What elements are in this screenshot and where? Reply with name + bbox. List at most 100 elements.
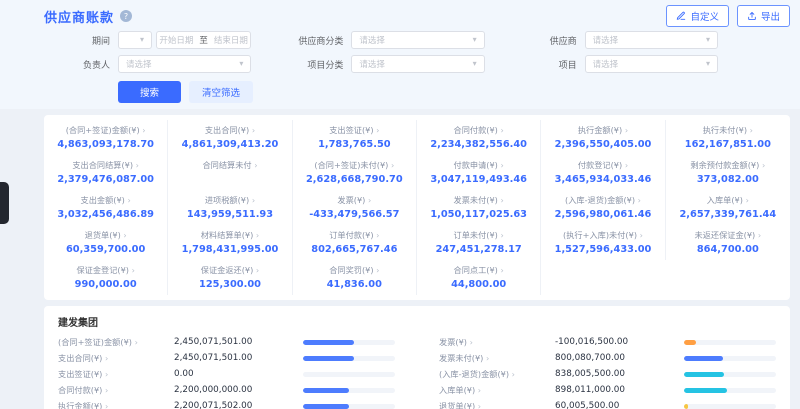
row-label[interactable]: (合同+签证)金额(¥) — [58, 336, 174, 348]
metric-card[interactable]: (合同+签证)未付(¥) 2,628,668,790.70 — [293, 155, 417, 190]
row-bar — [303, 340, 354, 345]
title-row: 供应商账款 ? 自定义 导出 — [44, 6, 790, 26]
metric-card[interactable]: (执行+入库)未付(¥) 1,527,596,433.00 — [541, 225, 665, 260]
metric-card[interactable]: 进项税额(¥) 143,959,511.93 — [168, 190, 292, 225]
metric-label: (执行+入库)未付(¥) — [545, 229, 660, 241]
edit-icon — [676, 11, 686, 21]
row-bar — [684, 372, 724, 377]
metric-label: 支出签证(¥) — [297, 124, 412, 136]
metric-card[interactable]: 材料结算单(¥) 1,798,431,995.00 — [168, 225, 292, 260]
export-label: 导出 — [761, 9, 780, 23]
metric-card[interactable]: 支出签证(¥) 1,783,765.50 — [293, 120, 417, 155]
metric-value: 44,800.00 — [421, 279, 536, 291]
chevron-down-icon: ▾ — [473, 36, 477, 44]
metric-card[interactable]: 执行金额(¥) 2,396,550,405.00 — [541, 120, 665, 155]
metric-card[interactable]: 支出合同结算(¥) 2,379,476,087.00 — [44, 155, 168, 190]
chevron-down-icon: ▾ — [473, 60, 477, 68]
metric-card[interactable]: 订单付款(¥) 802,665,767.46 — [293, 225, 417, 260]
row-label[interactable]: 支出合同(¥) — [58, 352, 174, 364]
metric-card[interactable]: 退货单(¥) 60,359,700.00 — [44, 225, 168, 260]
owner-label: 负责人 — [44, 58, 110, 71]
row-value: -100,016,500.00 — [555, 337, 684, 347]
row-label[interactable]: 合同付款(¥) — [58, 384, 174, 396]
period-type-select[interactable]: ▾ — [118, 31, 152, 49]
metric-label: 支出金额(¥) — [48, 194, 163, 206]
group-right-column: 发票(¥) -100,016,500.00 发票未付(¥) 800,080,70… — [439, 334, 776, 409]
metric-card[interactable]: 保证金返还(¥) 125,300.00 — [168, 260, 292, 295]
supplier-select[interactable]: 请选择 ▾ — [585, 31, 718, 49]
supplier-category-select[interactable]: 请选择 ▾ — [351, 31, 484, 49]
search-button[interactable]: 搜索 — [118, 81, 181, 103]
supplier-placeholder: 请选择 — [593, 34, 619, 46]
metric-value: 162,167,851.00 — [670, 139, 786, 151]
drawer-handle[interactable] — [0, 182, 9, 224]
row-bar-track — [303, 372, 395, 377]
metric-label: (合同+签证)金额(¥) — [48, 124, 163, 136]
metric-card[interactable]: 未返还保证金(¥) 864,700.00 — [666, 225, 790, 260]
metric-card[interactable]: (合同+签证)金额(¥) 4,863,093,178.70 — [44, 120, 168, 155]
metric-card[interactable]: 合同奖罚(¥) 41,836.00 — [293, 260, 417, 295]
period-range-input[interactable]: 开始日期 至 结束日期 — [156, 31, 251, 49]
filter-project-category: 项目分类 请选择 ▾ — [277, 55, 510, 73]
group-metric-row: 合同付款(¥) 2,200,000,000.00 — [58, 382, 395, 398]
export-icon — [747, 11, 757, 21]
metric-card[interactable]: 发票未付(¥) 1,050,117,025.63 — [417, 190, 541, 225]
metric-label: 支出合同(¥) — [172, 124, 287, 136]
filter-period-label: 期间 — [44, 34, 110, 47]
row-label[interactable]: (入库-退货)金额(¥) — [439, 368, 555, 380]
period-control: ▾ 开始日期 至 结束日期 — [118, 31, 251, 49]
metric-value: 2,379,476,087.00 — [48, 174, 163, 186]
row-label[interactable]: 支出签证(¥) — [58, 368, 174, 380]
chevron-down-icon: ▾ — [706, 60, 710, 68]
row-label[interactable]: 入库单(¥) — [439, 384, 555, 396]
export-button[interactable]: 导出 — [737, 5, 790, 27]
help-icon[interactable]: ? — [120, 10, 132, 22]
metric-card[interactable]: 执行未付(¥) 162,167,851.00 — [666, 120, 790, 155]
metric-label: 付款申请(¥) — [421, 159, 536, 171]
customize-button[interactable]: 自定义 — [666, 5, 729, 27]
metric-card[interactable]: 保证金登记(¥) 990,000.00 — [44, 260, 168, 295]
metric-card[interactable]: 支出金额(¥) 3,032,456,486.89 — [44, 190, 168, 225]
metric-card[interactable]: (入库-退货)金额(¥) 2,596,980,061.46 — [541, 190, 665, 225]
metric-card[interactable]: 发票(¥) -433,479,566.57 — [293, 190, 417, 225]
metric-label: 入库单(¥) — [670, 194, 786, 206]
metric-label: (合同+签证)未付(¥) — [297, 159, 412, 171]
metric-card[interactable]: 订单未付(¥) 247,451,278.17 — [417, 225, 541, 260]
row-label[interactable]: 退货单(¥) — [439, 400, 555, 409]
metric-value: 2,657,339,761.44 — [670, 209, 786, 221]
supplier-category-label: 供应商分类 — [277, 34, 343, 47]
row-label[interactable]: 发票(¥) — [439, 336, 555, 348]
group-name[interactable]: 建发集团 — [58, 314, 776, 329]
metric-card[interactable]: 入库单(¥) 2,657,339,761.44 — [666, 190, 790, 225]
group-metric-row: (入库-退货)金额(¥) 838,005,500.00 — [439, 366, 776, 382]
metric-card[interactable]: 付款申请(¥) 3,047,119,493.46 — [417, 155, 541, 190]
project-category-select[interactable]: 请选择 ▾ — [351, 55, 484, 73]
clear-filters-button[interactable]: 清空筛选 — [189, 81, 253, 103]
metric-value: 247,451,278.17 — [421, 244, 536, 256]
metric-card[interactable]: 合同点工(¥) 44,800.00 — [417, 260, 541, 295]
group-detail-card: 建发集团 (合同+签证)金额(¥) 2,450,071,501.00 支出合同(… — [44, 306, 790, 409]
group-left-column: (合同+签证)金额(¥) 2,450,071,501.00 支出合同(¥) 2,… — [58, 334, 395, 409]
row-bar-track — [303, 340, 395, 345]
row-bar — [303, 388, 349, 393]
metric-card[interactable]: 合同付款(¥) 2,234,382,556.40 — [417, 120, 541, 155]
row-label[interactable]: 执行金额(¥) — [58, 400, 174, 409]
filter-owner: 负责人 请选择 ▾ — [44, 55, 277, 73]
metric-value: 125,300.00 — [172, 279, 287, 291]
owner-select[interactable]: 请选择 ▾ — [118, 55, 251, 73]
metric-value: 60,359,700.00 — [48, 244, 163, 256]
metric-card[interactable]: 合同结算未付 — [168, 155, 292, 190]
metric-value: 3,047,119,493.46 — [421, 174, 536, 186]
row-label[interactable]: 发票未付(¥) — [439, 352, 555, 364]
metric-card[interactable]: 剩余预付款金额(¥) 373,082.00 — [666, 155, 790, 190]
row-bar — [684, 340, 696, 345]
row-value: 838,005,500.00 — [555, 369, 684, 379]
date-separator: 至 — [193, 34, 214, 46]
metric-value: 4,863,093,178.70 — [48, 139, 163, 151]
project-select[interactable]: 请选择 ▾ — [585, 55, 718, 73]
metric-label: 退货单(¥) — [48, 229, 163, 241]
row-value: 898,011,000.00 — [555, 385, 684, 395]
chevron-down-icon: ▾ — [706, 36, 710, 44]
metric-card[interactable]: 支出合同(¥) 4,861,309,413.20 — [168, 120, 292, 155]
metric-card[interactable]: 付款登记(¥) 3,465,934,033.46 — [541, 155, 665, 190]
